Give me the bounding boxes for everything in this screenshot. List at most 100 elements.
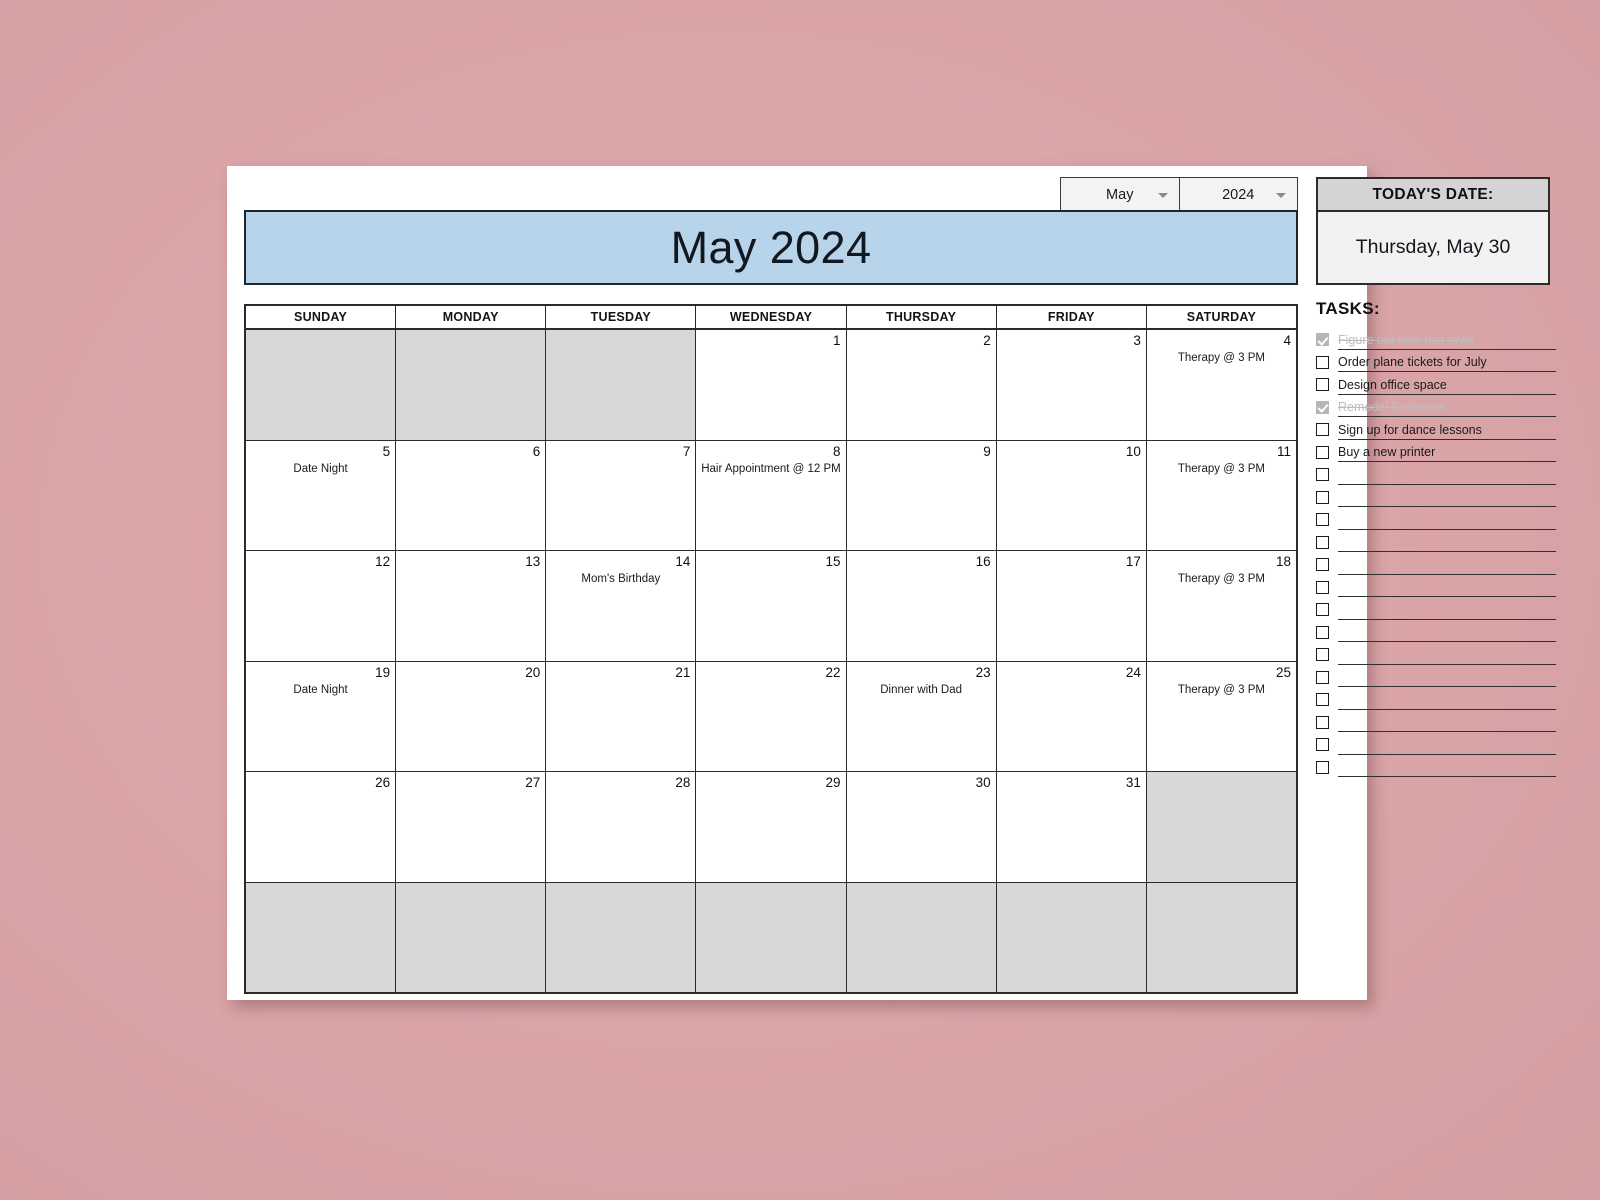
calendar-cell-day[interactable]: 26 [246,772,397,882]
task-input[interactable] [1338,691,1556,710]
month-select[interactable]: May [1060,177,1180,212]
calendar-cell-day[interactable]: 6 [396,440,547,550]
calendar-cell-empty [396,882,547,992]
calendar-event[interactable]: Hair Appointment @ 12 PM [700,463,841,477]
task-input[interactable]: Design office space [1338,376,1556,395]
task-checkbox[interactable] [1316,670,1329,684]
calendar-event[interactable]: Therapy @ 3 PM [1151,463,1292,477]
task-checkbox-checked[interactable] [1316,333,1329,346]
task-checkbox[interactable] [1316,445,1329,459]
task-input[interactable] [1338,601,1556,620]
calendar-cell-day[interactable]: 25 Therapy @ 3 PM [1146,661,1296,771]
calendar-cell-day[interactable]: 28 [546,772,697,882]
day-number: 20 [525,664,541,680]
calendar-event[interactable]: Date Night [250,684,391,698]
calendar-cell-day[interactable]: 12 [246,551,397,661]
task-row [1316,485,1556,507]
calendar-cell-day[interactable]: 8 Hair Appointment @ 12 PM [696,440,847,550]
task-input[interactable] [1338,488,1556,507]
task-checkbox[interactable] [1316,760,1329,774]
calendar-cell-day[interactable]: 19 Date Night [246,661,397,771]
task-input[interactable]: Sign up for dance lessons [1338,421,1556,440]
calendar-cell-day[interactable]: 21 [546,661,697,771]
task-input[interactable] [1338,668,1556,687]
calendar-cell-day[interactable]: 30 [846,772,997,882]
task-checkbox[interactable] [1316,558,1329,571]
weekday-header-tuesday: TUESDAY [546,306,697,328]
calendar-cell-day[interactable]: 7 [546,440,697,550]
task-checkbox[interactable] [1316,535,1329,549]
calendar-cell-day[interactable]: 15 [696,551,847,661]
calendar-cell-day[interactable]: 14 Mom's Birthday [546,551,697,661]
task-checkbox[interactable] [1316,355,1329,369]
task-input[interactable] [1338,713,1556,732]
calendar-cell-day[interactable]: 31 [996,772,1147,882]
calendar-cell-day[interactable]: 17 [996,551,1147,661]
task-input[interactable]: Remodel Bathroom [1338,398,1556,417]
calendar-cell-day[interactable]: 3 [996,330,1147,440]
calendar-cell-day[interactable]: 20 [396,661,547,771]
task-row: Order plane tickets for July [1316,350,1556,372]
task-checkbox[interactable] [1316,468,1329,481]
calendar-cell-day[interactable]: 2 [846,330,997,440]
calendar-cell-day[interactable]: 27 [396,772,547,882]
task-checkbox[interactable] [1316,378,1329,391]
calendar-event[interactable]: Therapy @ 3 PM [1151,352,1292,366]
task-input[interactable]: Buy a new printer [1338,443,1556,462]
calendar-cell-day[interactable]: 4 Therapy @ 3 PM [1146,330,1296,440]
calendar-event[interactable]: Dinner with Dad [851,684,992,698]
calendar-cell-day[interactable]: 23 Dinner with Dad [846,661,997,771]
year-select[interactable]: 2024 [1179,177,1298,212]
task-input[interactable] [1338,466,1556,485]
calendar-cell-empty [246,882,397,992]
task-checkbox[interactable] [1316,693,1329,706]
task-checkbox[interactable] [1316,603,1329,616]
task-input[interactable] [1338,578,1556,597]
task-input[interactable] [1338,646,1556,665]
weekday-header-monday: MONDAY [396,306,547,328]
chevron-down-icon [1276,192,1286,198]
task-input[interactable] [1338,758,1556,777]
task-checkbox[interactable] [1316,580,1329,594]
calendar-cell-day[interactable]: 5 Date Night [246,440,397,550]
calendar-cell-day[interactable]: 9 [846,440,997,550]
calendar-event[interactable]: Therapy @ 3 PM [1151,684,1292,698]
task-checkbox[interactable] [1316,648,1329,661]
calendar-cell-day[interactable]: 18 Therapy @ 3 PM [1146,551,1296,661]
task-checkbox[interactable] [1316,625,1329,639]
page-title: May 2024 [670,221,872,273]
task-input[interactable]: Order plane tickets for July [1338,353,1556,372]
day-number: 18 [1275,554,1291,569]
task-checkbox[interactable] [1316,490,1329,504]
calendar-event[interactable]: Therapy @ 3 PM [1151,573,1292,587]
task-checkbox[interactable] [1316,513,1329,526]
calendar-cell-day[interactable]: 24 [996,661,1147,771]
calendar-cell-day[interactable]: 10 [996,440,1147,550]
task-checkbox[interactable] [1316,738,1329,751]
task-input[interactable] [1338,533,1556,552]
task-checkbox[interactable] [1316,423,1329,436]
calendar-event[interactable]: Mom's Birthday [550,573,691,587]
weekday-header-thursday: THURSDAY [847,306,997,328]
task-input[interactable] [1338,556,1556,575]
calendar-page: May 2024 May 2024 SUNDAY MONDAY TUESDAY WED… [227,166,1556,1000]
calendar-cell-day[interactable]: 16 [846,551,997,661]
calendar-cell-empty [996,882,1147,992]
calendar-event[interactable]: Date Night [250,463,391,477]
day-number: 17 [1125,554,1141,569]
day-number: 19 [375,664,391,680]
weekday-header-wednesday: WEDNESDAY [696,306,847,328]
task-input[interactable] [1338,736,1556,755]
task-input[interactable]: Figure out new hair style [1338,331,1556,350]
calendar-cell-day[interactable]: 13 [396,551,547,661]
task-checkbox[interactable] [1316,715,1329,729]
day-number: 28 [675,775,691,790]
task-input[interactable] [1338,623,1556,642]
calendar-cell-day[interactable]: 1 [696,330,847,440]
task-label: Figure out new hair style [1338,332,1475,347]
calendar-cell-day[interactable]: 11 Therapy @ 3 PM [1146,440,1296,550]
calendar-cell-day[interactable]: 29 [696,772,847,882]
task-checkbox-checked[interactable] [1316,400,1329,414]
calendar-cell-day[interactable]: 22 [696,661,847,771]
task-input[interactable] [1338,511,1556,530]
